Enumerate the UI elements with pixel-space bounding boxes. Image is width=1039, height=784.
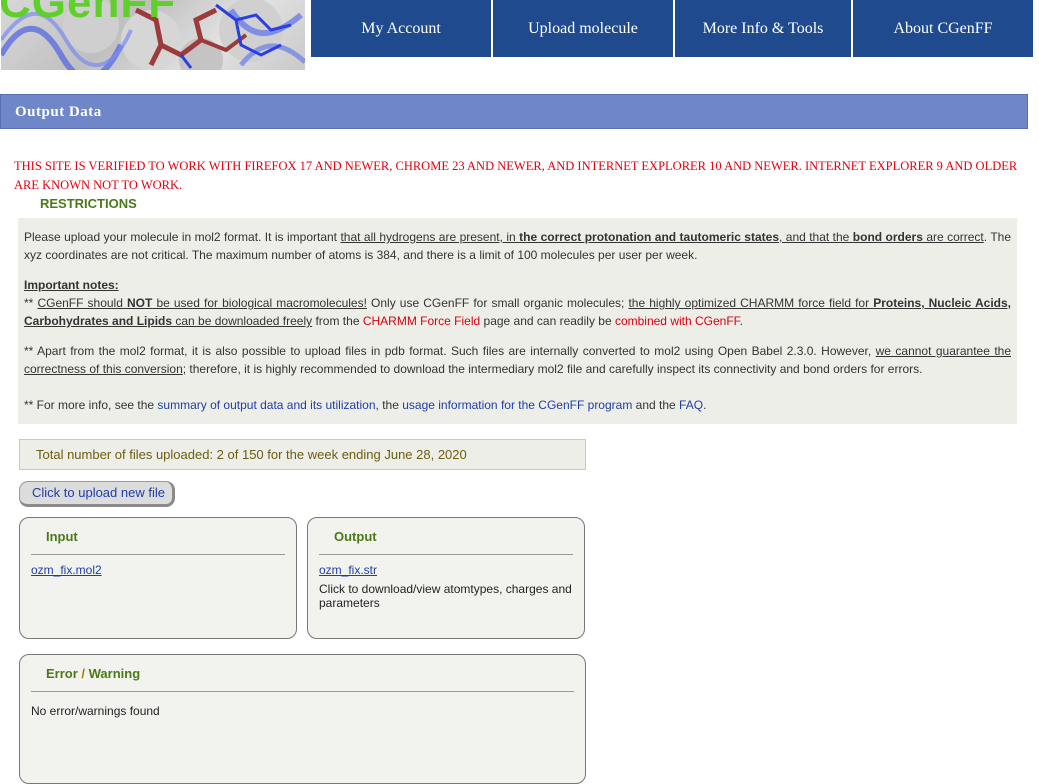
bold-text: bond orders: [852, 230, 923, 244]
browser-warning: This site is verified to work with Firef…: [14, 159, 1018, 192]
restrictions-paragraph-mol2: Please upload your molecule in mol2 form…: [24, 228, 1011, 264]
output-panel-title: Output: [334, 529, 377, 544]
error-label: Error: [46, 666, 78, 681]
restrictions-heading: RESTRICTIONS: [40, 196, 137, 211]
faq-link[interactable]: FAQ: [679, 398, 703, 412]
text: Only use CGenFF for small organic molecu…: [366, 296, 629, 310]
input-file-link[interactable]: ozm_fix.mol2: [31, 563, 102, 577]
usage-information-link[interactable]: usage information for the CGenFF program: [402, 398, 632, 412]
restrictions-paragraph-notes: Important notes: ** CGenFF should NOT be …: [24, 276, 1011, 330]
summary-output-data-link[interactable]: summary of output data and its utilizati…: [157, 398, 375, 412]
logo-text: CGenFF: [1, 0, 177, 27]
error-warning-text: No error/warnings found: [31, 704, 160, 718]
nav-upload-molecule[interactable]: Upload molecule: [493, 0, 673, 57]
error-warning-title: Error / Warning: [46, 666, 140, 681]
nav-about-cgenff[interactable]: About CGenFF: [853, 0, 1033, 57]
text: Please upload your molecule in mol2 form…: [24, 230, 341, 244]
warning-label: Warning: [88, 666, 141, 681]
text: ** Apart from the mol2 format, it is als…: [24, 344, 876, 358]
bold-text: NOT: [127, 296, 153, 310]
upload-count: Total number of files uploaded: 2 of 150…: [19, 439, 586, 470]
title-separator: /: [77, 666, 89, 681]
combined-with-cgenff-link[interactable]: combined with CGenFF: [615, 314, 740, 328]
text: page and can readily be: [480, 314, 615, 328]
input-panel-title: Input: [46, 529, 78, 544]
bold-text: the correct protonation and tautomeric s…: [519, 230, 779, 244]
divider: [319, 554, 573, 555]
text: **: [24, 296, 38, 310]
charmm-force-field-link[interactable]: CHARMM Force Field: [363, 314, 480, 328]
underlined-text: , and that the: [779, 230, 853, 244]
text: from the: [312, 314, 363, 328]
restrictions-paragraph-more-info: ** For more info, see the summary of out…: [24, 396, 1011, 414]
nav-more-info-tools[interactable]: More Info & Tools: [675, 0, 851, 57]
underlined-text: can be downloaded freely: [172, 314, 313, 328]
restrictions-paragraph-pdb: ** Apart from the mol2 format, it is als…: [24, 342, 1011, 378]
important-notes-heading: Important notes:: [24, 278, 119, 292]
underlined-text: CGenFF should: [37, 296, 127, 310]
underlined-text: are correct: [922, 230, 984, 244]
cgenff-logo[interactable]: CGenFF: [1, 0, 305, 70]
nav-my-account[interactable]: My Account: [311, 0, 491, 57]
page-title: Output Data: [0, 94, 1028, 129]
text: , the: [375, 398, 403, 412]
upload-new-file-button[interactable]: Click to upload new file: [19, 481, 175, 507]
underlined-text: the highly optimized CHARMM force field …: [628, 296, 874, 310]
input-panel: Input ozm_fix.mol2: [19, 517, 297, 639]
text: .: [739, 314, 744, 328]
text: ** For more info, see the: [24, 398, 158, 412]
underlined-text: that all hydrogens are present, in: [340, 230, 520, 244]
divider: [31, 554, 285, 555]
output-panel: Output ozm_fix.str Click to download/vie…: [307, 517, 585, 639]
text: .: [703, 398, 707, 412]
error-warning-panel: Error / Warning No error/warnings found: [19, 654, 586, 784]
divider: [31, 691, 574, 692]
restrictions-box: Please upload your molecule in mol2 form…: [18, 218, 1017, 424]
text: and the: [632, 398, 680, 412]
text: ; therefore, it is highly recommended to…: [182, 362, 923, 376]
underlined-text: be used for biological macromolecules!: [152, 296, 367, 310]
output-file-link[interactable]: ozm_fix.str: [319, 563, 377, 577]
output-file-description: Click to download/view atomtypes, charge…: [319, 582, 572, 610]
